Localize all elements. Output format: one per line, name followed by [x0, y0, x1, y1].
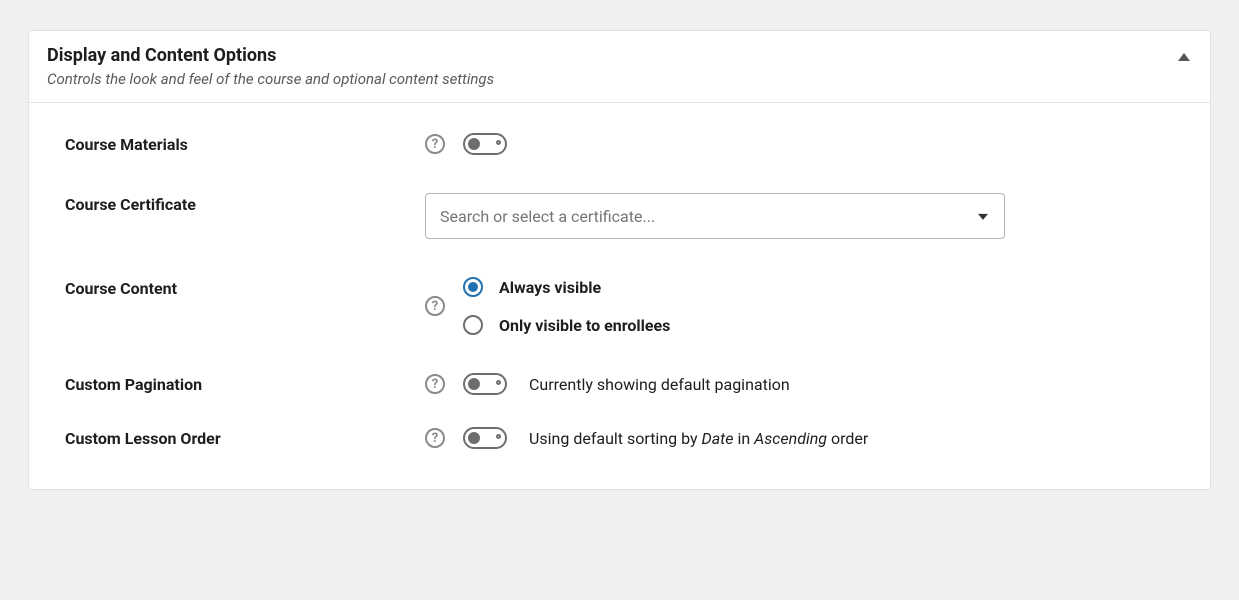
toggle-knob [468, 378, 480, 390]
certificate-select-placeholder: Search or select a certificate... [440, 207, 655, 226]
panel-subtitle: Controls the look and feel of the course… [47, 70, 1192, 88]
custom-pagination-status: Currently showing default pagination [529, 375, 790, 394]
course-content-controls: ? Always visible Only visible to enrolle… [425, 277, 1174, 335]
panel-header: Display and Content Options Controls the… [29, 31, 1210, 103]
collapse-toggle-icon[interactable] [1178, 53, 1190, 61]
toggle-dot [496, 140, 501, 145]
custom-lesson-order-toggle[interactable] [463, 427, 507, 449]
field-course-certificate: Course Certificate Search or select a ce… [65, 193, 1174, 239]
field-custom-lesson-order: Custom Lesson Order ? Using default sort… [65, 427, 1174, 449]
help-icon[interactable]: ? [425, 428, 445, 448]
chevron-down-icon [978, 214, 988, 220]
course-materials-label: Course Materials [65, 133, 425, 154]
course-materials-toggle[interactable] [463, 133, 507, 155]
field-course-materials: Course Materials ? [65, 133, 1174, 155]
panel-body: Course Materials ? Course Certificate Se… [29, 103, 1210, 489]
course-certificate-controls: Search or select a certificate... [425, 193, 1174, 239]
custom-pagination-label: Custom Pagination [65, 373, 425, 394]
toggle-dot [496, 380, 501, 385]
custom-lesson-order-label: Custom Lesson Order [65, 427, 425, 448]
help-icon[interactable]: ? [425, 134, 445, 154]
course-materials-controls: ? [425, 133, 1174, 155]
custom-pagination-controls: ? Currently showing default pagination [425, 373, 1174, 395]
custom-lesson-order-status: Using default sorting by Date in Ascendi… [529, 429, 868, 448]
help-icon[interactable]: ? [425, 374, 445, 394]
radio-label-always-visible: Always visible [499, 278, 601, 297]
toggle-dot [496, 434, 501, 439]
course-certificate-label: Course Certificate [65, 193, 425, 214]
toggle-knob [468, 432, 480, 444]
field-course-content: Course Content ? Always visible Only vis… [65, 277, 1174, 335]
radio-only-enrollees[interactable]: Only visible to enrollees [463, 315, 670, 335]
radio-icon [463, 277, 483, 297]
radio-always-visible[interactable]: Always visible [463, 277, 670, 297]
certificate-select[interactable]: Search or select a certificate... [425, 193, 1005, 239]
custom-pagination-toggle[interactable] [463, 373, 507, 395]
help-icon[interactable]: ? [425, 296, 445, 316]
display-content-options-panel: Display and Content Options Controls the… [28, 30, 1211, 490]
radio-icon [463, 315, 483, 335]
field-custom-pagination: Custom Pagination ? Currently showing de… [65, 373, 1174, 395]
course-content-radio-group: Always visible Only visible to enrollees [463, 277, 670, 335]
course-content-label: Course Content [65, 277, 425, 298]
radio-label-only-enrollees: Only visible to enrollees [499, 316, 670, 335]
toggle-knob [468, 138, 480, 150]
custom-lesson-order-controls: ? Using default sorting by Date in Ascen… [425, 427, 1174, 449]
panel-title: Display and Content Options [47, 45, 1192, 66]
